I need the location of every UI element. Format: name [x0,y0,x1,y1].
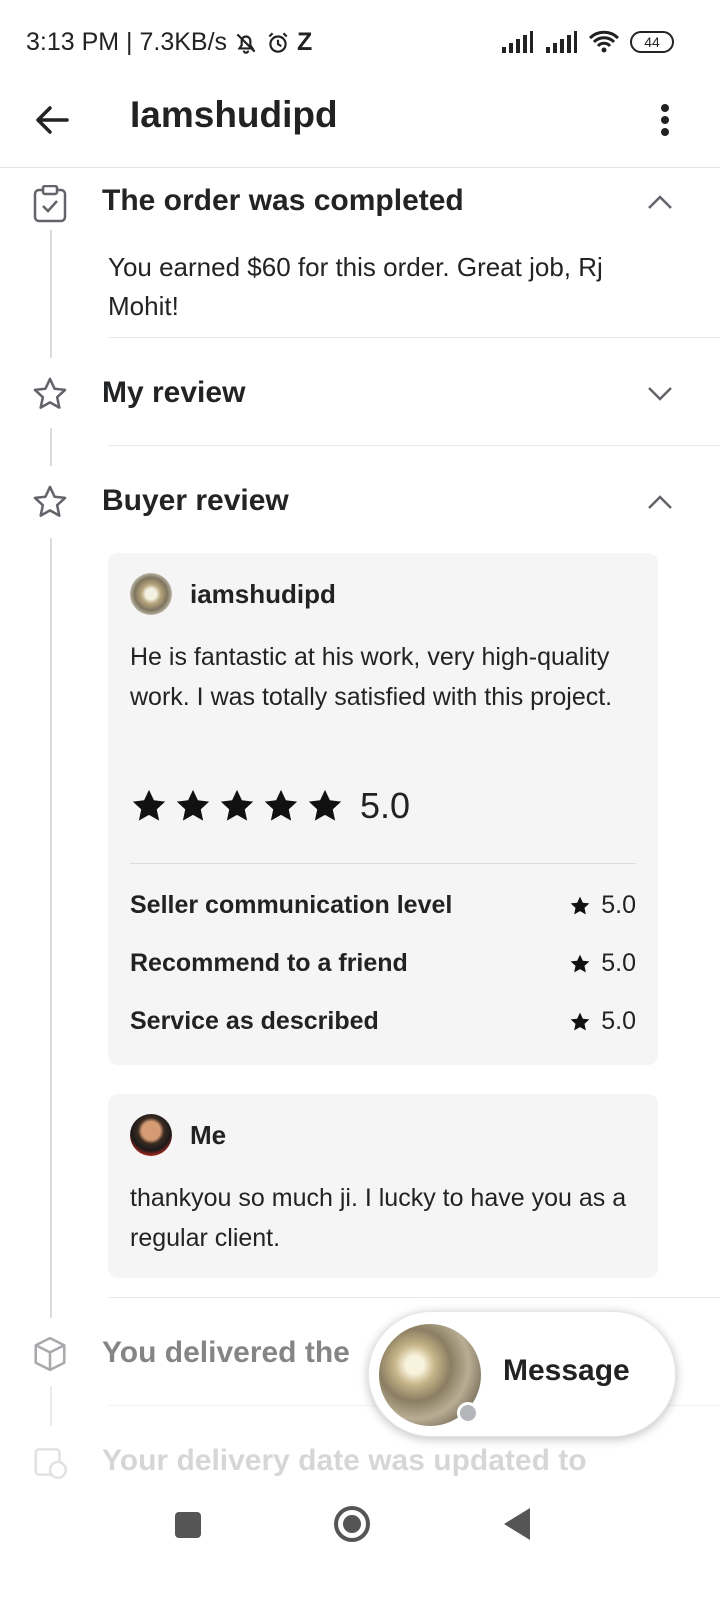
wifi-icon [588,30,620,53]
more-vertical-icon [661,104,669,136]
home-button[interactable] [334,1506,370,1542]
star-outline-icon [30,374,70,414]
arrow-left-icon [36,106,69,134]
star-filled-icon [308,789,342,821]
rating-breakdown-row: Service as described 5.0 [130,1007,636,1036]
status-extra: Z [297,28,313,56]
star-filled-icon [132,789,166,821]
breakdown-label: Service as described [130,1007,379,1035]
timeline-line [50,538,52,1318]
earned-message: You earned $60 for this order. Great job… [108,252,603,321]
reply-author: Me [130,1114,226,1156]
star-filled-icon [570,896,590,914]
reply-text: thankyou so much ji. I lucky to have you… [130,1184,627,1252]
seller-reply-card: Me thankyou so much ji. I lucky to have … [108,1094,658,1278]
card-divider [130,863,636,864]
divider [108,445,720,446]
section-title: Your delivery date was updated to [102,1444,587,1477]
section-title: You delivered the [102,1336,350,1369]
back-button[interactable] [30,98,74,142]
breakdown-label: Seller communication level [130,891,453,919]
star-filled-icon [176,789,210,821]
star-filled-icon [570,1012,590,1030]
star-filled-icon [264,789,298,821]
breakdown-value: 5.0 [569,949,636,978]
clipboard-check-icon [30,184,70,224]
collapse-button[interactable] [644,186,676,218]
timeline-line [50,1386,52,1426]
system-nav-bar [0,1480,720,1600]
system-back-button[interactable] [504,1508,530,1540]
breakdown-label: Recommend to a friend [130,949,408,977]
avatar [130,1114,172,1156]
status-right: 44 [500,30,674,54]
expand-button[interactable] [644,378,676,410]
chevron-up-icon [648,495,672,509]
reply-username: Me [190,1119,227,1150]
recents-button[interactable] [175,1512,201,1538]
review-author: iamshudipd [130,573,336,615]
timeline-line [50,230,52,358]
star-filled-icon [570,954,590,972]
battery-icon: 44 [630,31,674,53]
timeline-line [50,428,52,466]
more-options-button[interactable] [650,98,680,142]
calendar-clock-icon [30,1442,70,1482]
chevron-up-icon [648,195,672,209]
review-username: iamshudipd [190,578,336,609]
breakdown-score: 5.0 [601,891,636,919]
rating-breakdown-row: Seller communication level 5.0 [130,891,636,920]
alarm-icon [268,31,288,53]
divider [108,1297,720,1298]
buyer-review-card: iamshudipd He is fantastic at his work, … [108,553,658,1065]
review-text: He is fantastic at his work, very high-q… [130,643,613,711]
breakdown-score: 5.0 [601,949,636,977]
battery-level: 44 [644,34,660,50]
signal-icon-2 [546,31,577,53]
breakdown-value: 5.0 [569,891,636,920]
signal-icon [502,31,533,53]
section-title: My review [102,376,246,409]
star-filled-icon [220,789,254,821]
message-button[interactable]: Message [368,1311,676,1437]
star-outline-icon [30,482,70,522]
app-bar: Iamshudipd [0,80,720,168]
message-label: Message [503,1354,630,1387]
rating-stars: 5.0 [130,785,410,827]
section-title: The order was completed [102,184,464,217]
breakdown-value: 5.0 [569,1007,636,1036]
online-status-dot [457,1402,479,1424]
section-title: Buyer review [102,484,289,517]
chevron-down-icon [648,387,672,401]
breakdown-score: 5.0 [601,1007,636,1035]
collapse-button[interactable] [644,486,676,518]
divider [108,337,720,338]
mute-icon [236,33,256,54]
package-icon [30,1334,70,1374]
page-title: Iamshudipd [130,94,338,135]
overall-rating: 5.0 [360,785,411,826]
status-left: 3:13 PM | 7.3KB/s Z [26,28,312,57]
rating-breakdown-row: Recommend to a friend 5.0 [130,949,636,978]
status-bar: 3:13 PM | 7.3KB/s Z 44 [0,0,720,80]
status-time: 3:13 PM | 7.3KB/s [26,28,228,56]
avatar [130,573,172,615]
